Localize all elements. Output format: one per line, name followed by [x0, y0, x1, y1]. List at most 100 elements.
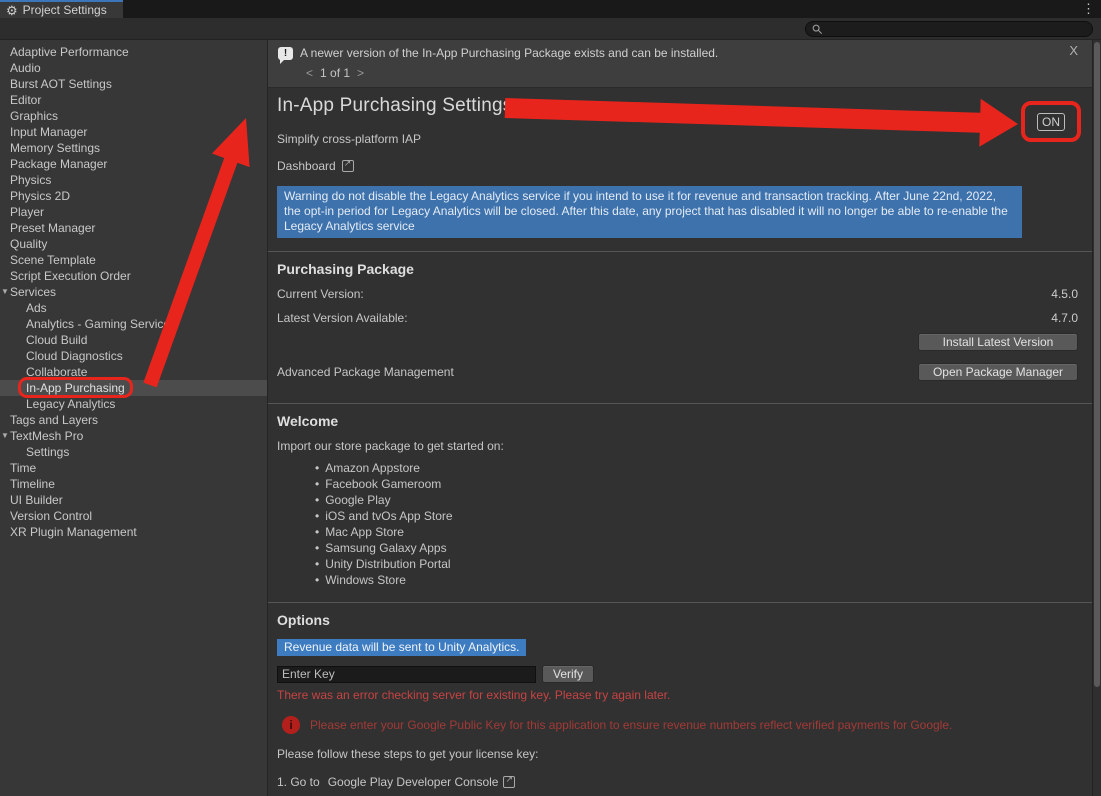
- sidebar-item-cloud-build[interactable]: Cloud Build: [0, 332, 267, 348]
- kebab-menu-icon[interactable]: ⋮: [1082, 1, 1095, 17]
- latest-version-value: 4.7.0: [1051, 311, 1078, 325]
- sidebar-item-adaptive-performance[interactable]: Adaptive Performance: [0, 44, 267, 60]
- purchasing-package-heading: Purchasing Package: [277, 261, 1092, 277]
- sidebar-item-input-manager[interactable]: Input Manager: [0, 124, 267, 140]
- sidebar-item-services[interactable]: ▼Services: [0, 284, 267, 300]
- sidebar-item-label: Legacy Analytics: [26, 397, 115, 411]
- legacy-analytics-warning: Warning do not disable the Legacy Analyt…: [277, 186, 1022, 238]
- open-package-manager-button[interactable]: Open Package Manager: [918, 363, 1078, 381]
- sidebar-item-label: Time: [10, 461, 36, 475]
- page-subtitle: Simplify cross-platform IAP: [277, 132, 1092, 146]
- sidebar-item-label: Cloud Diagnostics: [26, 349, 123, 363]
- sidebar-item-player[interactable]: Player: [0, 204, 267, 220]
- gear-icon: ⚙: [6, 4, 18, 17]
- sidebar-item-timeline[interactable]: Timeline: [0, 476, 267, 492]
- sidebar-item-package-manager[interactable]: Package Manager: [0, 156, 267, 172]
- advanced-package-row: Advanced Package Management Open Package…: [277, 363, 1092, 381]
- sidebar-item-scene-template[interactable]: Scene Template: [0, 252, 267, 268]
- sidebar-item-label: Burst AOT Settings: [10, 77, 112, 91]
- error-info-icon: i: [282, 716, 300, 734]
- content-body: In-App Purchasing Settings Simplify cros…: [268, 88, 1092, 796]
- sidebar-item-ui-builder[interactable]: UI Builder: [0, 492, 267, 508]
- section-divider: [268, 602, 1092, 603]
- sidebar-item-settings[interactable]: Settings: [0, 444, 267, 460]
- sidebar-item-label: Adaptive Performance: [10, 45, 129, 59]
- sidebar-item-preset-manager[interactable]: Preset Manager: [0, 220, 267, 236]
- sidebar-item-label: In-App Purchasing: [26, 381, 125, 395]
- sidebar-item-ads[interactable]: Ads: [0, 300, 267, 316]
- sidebar-item-xr-plugin-management[interactable]: XR Plugin Management: [0, 524, 267, 540]
- notification-pager: < 1 of 1 >: [306, 66, 1092, 80]
- key-error-text: There was an error checking server for e…: [277, 688, 1092, 702]
- sidebar-item-label: Player: [10, 205, 44, 219]
- foldout-triangle-icon[interactable]: ▼: [1, 428, 9, 444]
- scrollbar-thumb[interactable]: [1094, 42, 1100, 687]
- welcome-heading: Welcome: [277, 413, 1092, 429]
- sidebar-item-label: Services: [10, 285, 56, 299]
- sidebar-item-quality[interactable]: Quality: [0, 236, 267, 252]
- sidebar-item-label: Audio: [10, 61, 41, 75]
- sidebar-item-label: Script Execution Order: [10, 269, 131, 283]
- revenue-note-chip: Revenue data will be sent to Unity Analy…: [277, 639, 526, 656]
- options-heading: Options: [277, 612, 1092, 628]
- sidebar-item-time[interactable]: Time: [0, 460, 267, 476]
- tab-project-settings[interactable]: ⚙ Project Settings: [0, 0, 123, 18]
- sidebar-item-audio[interactable]: Audio: [0, 60, 267, 76]
- sidebar-item-collaborate[interactable]: Collaborate: [0, 364, 267, 380]
- google-key-text: Please enter your Google Public Key for …: [310, 716, 952, 734]
- sidebar-item-label: Version Control: [10, 509, 92, 523]
- notification-close-button[interactable]: X: [1069, 43, 1078, 58]
- sidebar-item-label: XR Plugin Management: [10, 525, 137, 539]
- foldout-triangle-icon[interactable]: ▼: [1, 284, 9, 300]
- settings-toolbar: [0, 18, 1101, 40]
- latest-version-row: Latest Version Available: 4.7.0: [277, 311, 1092, 325]
- sidebar-item-memory-settings[interactable]: Memory Settings: [0, 140, 267, 156]
- sidebar-item-textmesh-pro[interactable]: ▼TextMesh Pro: [0, 428, 267, 444]
- sidebar-item-label: Physics: [10, 173, 51, 187]
- sidebar-item-version-control[interactable]: Version Control: [0, 508, 267, 524]
- current-version-row: Current Version: 4.5.0: [277, 287, 1092, 301]
- sidebar-item-label: Settings: [26, 445, 69, 459]
- store-list: Amazon AppstoreFacebook GameroomGoogle P…: [315, 460, 1092, 588]
- store-list-item: Google Play: [315, 492, 1092, 508]
- sidebar-item-label: Cloud Build: [26, 333, 87, 347]
- search-input[interactable]: [827, 23, 1086, 35]
- install-latest-version-button[interactable]: Install Latest Version: [918, 333, 1078, 351]
- sidebar-item-burst-aot-settings[interactable]: Burst AOT Settings: [0, 76, 267, 92]
- search-box[interactable]: [805, 21, 1093, 37]
- store-list-item: Windows Store: [315, 572, 1092, 588]
- sidebar-item-in-app-purchasing[interactable]: In-App Purchasing: [0, 380, 267, 396]
- sidebar-item-legacy-analytics[interactable]: Legacy Analytics: [0, 396, 267, 412]
- sidebar-item-graphics[interactable]: Graphics: [0, 108, 267, 124]
- on-toggle-annotation-box: ON: [1021, 101, 1081, 142]
- main-row: Adaptive Performance Audio Burst AOT Setti…: [0, 40, 1101, 796]
- pager-next-button[interactable]: >: [357, 66, 364, 80]
- sidebar-item-cloud-diagnostics[interactable]: Cloud Diagnostics: [0, 348, 267, 364]
- sidebar-item-editor[interactable]: Editor: [0, 92, 267, 108]
- pager-prev-button[interactable]: <: [306, 66, 313, 80]
- sidebar-item-label: Tags and Layers: [10, 413, 98, 427]
- install-button-row: Install Latest Version: [277, 333, 1092, 351]
- sidebar-item-script-execution-order[interactable]: Script Execution Order: [0, 268, 267, 284]
- section-divider: [268, 403, 1092, 404]
- service-on-toggle[interactable]: ON: [1037, 113, 1065, 131]
- enter-key-input[interactable]: [277, 666, 536, 683]
- sidebar-item-label: UI Builder: [10, 493, 63, 507]
- dashboard-link[interactable]: Dashboard: [277, 159, 1092, 173]
- sidebar-item-physics-2d[interactable]: Physics 2D: [0, 188, 267, 204]
- sidebar-item-tags-and-layers[interactable]: Tags and Layers: [0, 412, 267, 428]
- sidebar-item-physics[interactable]: Physics: [0, 172, 267, 188]
- store-list-item: Facebook Gameroom: [315, 476, 1092, 492]
- sidebar-item-label: Graphics: [10, 109, 58, 123]
- store-list-item: Amazon Appstore: [315, 460, 1092, 476]
- sidebar-item-label: Editor: [10, 93, 41, 107]
- step-1-prefix: 1. Go to: [277, 775, 320, 789]
- pager-count: 1 of 1: [320, 66, 350, 80]
- steps-intro: Please follow these steps to get your li…: [277, 747, 1092, 761]
- sidebar-item-label: Analytics - Gaming Services: [26, 317, 176, 331]
- google-play-console-link[interactable]: Google Play Developer Console: [328, 775, 499, 789]
- sidebar-item-label: Ads: [26, 301, 47, 315]
- vertical-scrollbar[interactable]: [1092, 40, 1101, 796]
- sidebar-item-analytics-gaming-services[interactable]: Analytics - Gaming Services: [0, 316, 267, 332]
- verify-button[interactable]: Verify: [542, 665, 594, 683]
